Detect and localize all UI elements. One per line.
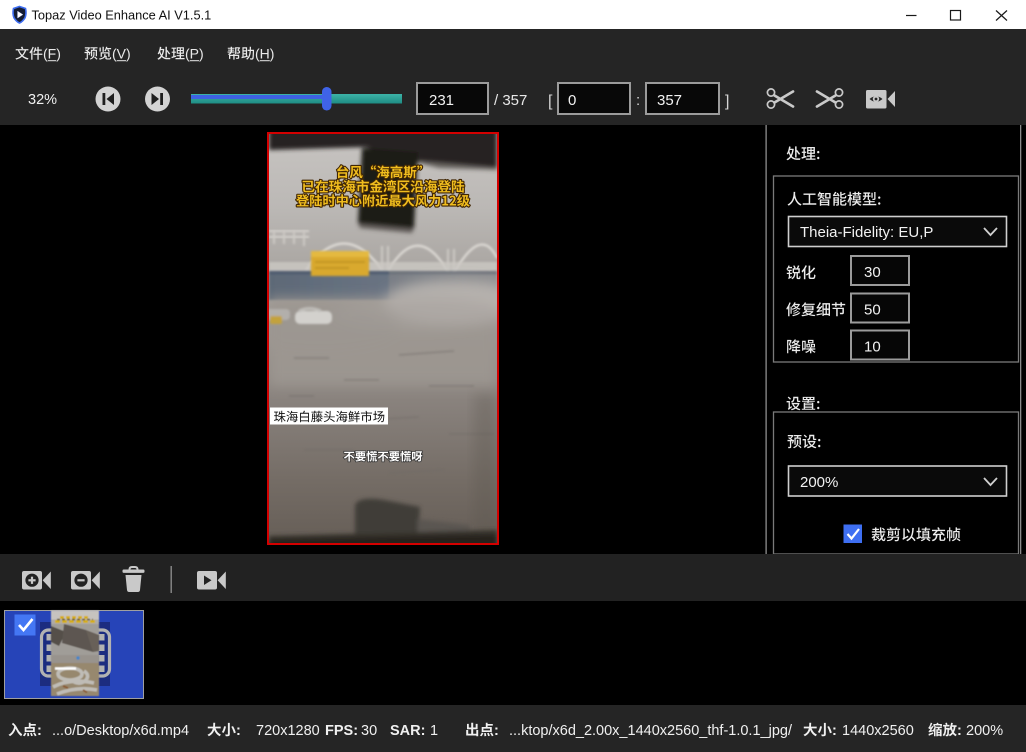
svg-text:(V): (V) bbox=[112, 46, 131, 62]
svg-text::: : bbox=[494, 723, 499, 739]
svg-text:FPS:: FPS: bbox=[325, 723, 358, 739]
svg-text:/ 357: / 357 bbox=[494, 92, 527, 109]
svg-text:200%: 200% bbox=[966, 723, 1003, 739]
svg-text:0: 0 bbox=[568, 92, 576, 109]
svg-text:SAR:: SAR: bbox=[390, 723, 425, 739]
svg-text:Theia-Fidelity: EU,P: Theia-Fidelity: EU,P bbox=[800, 224, 933, 241]
svg-text:1440x2560: 1440x2560 bbox=[842, 723, 914, 739]
svg-text::: : bbox=[236, 723, 241, 739]
svg-text:50: 50 bbox=[864, 302, 881, 319]
svg-text:200%: 200% bbox=[800, 474, 838, 491]
svg-text:30: 30 bbox=[361, 723, 377, 739]
svg-text:(F): (F) bbox=[43, 46, 61, 62]
svg-text:1: 1 bbox=[430, 723, 438, 739]
svg-text:(P): (P) bbox=[185, 46, 204, 62]
svg-text:]: ] bbox=[725, 93, 729, 110]
svg-text:Topaz Video Enhance AI V1.5.1: Topaz Video Enhance AI V1.5.1 bbox=[32, 8, 212, 23]
svg-text:357: 357 bbox=[657, 92, 682, 109]
svg-text:10: 10 bbox=[864, 339, 881, 356]
svg-text:30: 30 bbox=[864, 264, 881, 281]
svg-text:231: 231 bbox=[429, 92, 454, 109]
svg-text::: : bbox=[832, 723, 837, 739]
svg-text::: : bbox=[636, 92, 640, 109]
svg-text:...o/Desktop/x6d.mp4: ...o/Desktop/x6d.mp4 bbox=[52, 723, 189, 739]
svg-text:...ktop/x6d_2.00x_1440x2560_th: ...ktop/x6d_2.00x_1440x2560_thf-1.0.1_jp… bbox=[509, 723, 793, 739]
svg-text:(H): (H) bbox=[255, 46, 274, 62]
svg-text:720x1280: 720x1280 bbox=[256, 723, 320, 739]
svg-text:32%: 32% bbox=[28, 92, 57, 108]
svg-text:[: [ bbox=[548, 93, 553, 110]
svg-text::: : bbox=[37, 723, 42, 739]
svg-text::: : bbox=[957, 723, 962, 739]
